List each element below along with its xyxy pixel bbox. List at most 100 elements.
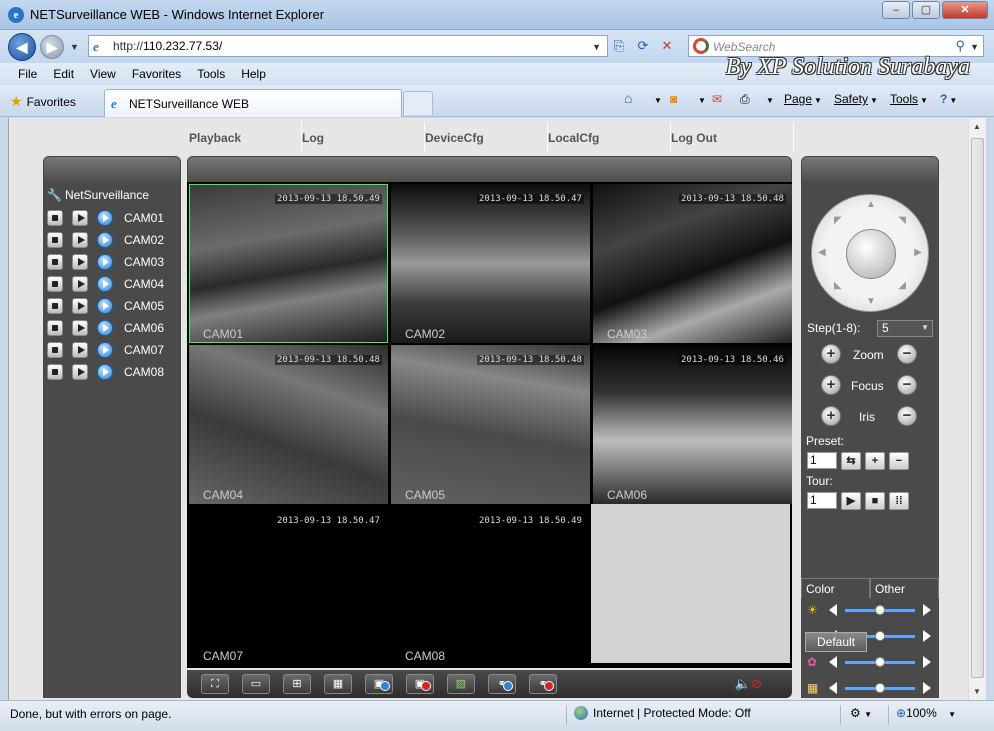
scroll-down-icon[interactable]: ▼ [973,687,981,696]
layout-9-button[interactable]: ▦ [324,674,352,694]
maximize-button[interactable]: ▢ [912,1,940,19]
compatibility-view-icon[interactable]: ⎘ [608,35,630,57]
zoom-level[interactable]: ⊕100% ▼ [896,706,956,720]
camera-row[interactable]: CAM06 [47,318,164,338]
video-tile-empty[interactable] [591,504,790,663]
nav-playback[interactable]: Playback [189,122,302,152]
print-icon[interactable]: ⎙ [740,92,750,107]
stop-icon[interactable] [47,320,63,336]
preset-add-button[interactable]: + [865,452,885,470]
play-icon[interactable] [72,276,88,292]
safety-menu[interactable]: Safety ▼ [834,92,878,106]
video-tile[interactable]: 2013-09-13 18.50.49 CAM01 [189,184,388,343]
url-text[interactable]: http://110.232.77.53/ [113,39,222,53]
stream-icon[interactable] [97,342,113,358]
tour-grid-button[interactable]: ⁞⁞ [889,492,909,510]
layout-4-button[interactable]: ⊞ [283,674,311,694]
camera-row[interactable]: CAM05 [47,296,164,316]
preset-goto-button[interactable]: ⇆ [841,452,861,470]
stop-icon[interactable] [47,232,63,248]
play-icon[interactable] [72,364,88,380]
ptz-center-button[interactable] [846,229,896,279]
color-slider[interactable]: ✿ [807,655,933,670]
increase-arrow-icon[interactable] [923,604,931,616]
vertical-scrollbar[interactable]: ▲ ▼ [968,118,986,700]
camera-row[interactable]: CAM02 [47,230,164,250]
page-menu[interactable]: Page ▼ [784,92,822,106]
play-icon[interactable] [72,298,88,314]
ptz-upleft-icon[interactable]: ◤ [834,215,842,226]
record-button[interactable]: ⚭ [488,674,516,694]
camera-label[interactable]: CAM04 [124,277,164,291]
nav-log[interactable]: Log [302,122,425,152]
focus-out-button[interactable]: − [897,375,917,395]
menu-view[interactable]: View [82,63,124,85]
menu-edit[interactable]: Edit [45,63,82,85]
video-tile[interactable]: 2013-09-13 18.50.49 CAM08 [391,506,590,665]
open-all-button[interactable]: ▣ [365,674,393,694]
ptz-downright-icon[interactable]: ◢ [898,280,906,291]
camera-label[interactable]: CAM05 [124,299,164,313]
camera-row[interactable]: CAM01 [47,208,164,228]
snapshot-button[interactable]: ▨ [447,674,475,694]
home-dropdown-icon[interactable]: ▼ [652,92,662,106]
camera-label[interactable]: CAM02 [124,233,164,247]
ptz-downleft-icon[interactable]: ◣ [834,280,842,291]
play-icon[interactable] [72,320,88,336]
browser-tab[interactable]: e NETSurveillance WEB [104,89,402,117]
decrease-arrow-icon[interactable] [829,682,837,694]
stop-icon[interactable] [47,342,63,358]
stop-icon[interactable]: ✕ [656,35,678,57]
mute-icon[interactable]: 🔈⊘ [735,676,762,692]
menu-tools[interactable]: Tools [189,63,233,85]
tab-other[interactable]: Other [870,578,939,598]
tree-root[interactable]: 🔧 NetSurveillance [47,188,149,202]
search-options-icon[interactable]: ▼ [970,42,979,52]
camera-label[interactable]: CAM01 [124,211,164,225]
recent-pages-dropdown-icon[interactable]: ▼ [70,42,79,52]
play-icon[interactable] [72,342,88,358]
video-tile[interactable]: 2013-09-13 18.50.48 CAM04 [189,345,388,504]
camera-label[interactable]: CAM03 [124,255,164,269]
stream-icon[interactable] [97,298,113,314]
tour-stop-button[interactable]: ■ [865,492,885,510]
color-slider[interactable]: ▦ [807,681,933,696]
stop-icon[interactable] [47,254,63,270]
stop-icon[interactable] [47,298,63,314]
tour-start-button[interactable]: ▶ [841,492,861,510]
forward-button[interactable]: ▶ [40,35,64,59]
nav-localcfg[interactable]: LocalCfg [548,122,671,152]
stream-icon[interactable] [97,276,113,292]
preset-remove-button[interactable]: − [889,452,909,470]
tour-input[interactable]: 1 [807,492,837,509]
camera-row[interactable]: CAM07 [47,340,164,360]
menu-file[interactable]: File [10,63,45,85]
ptz-up-icon[interactable]: ▲ [866,199,876,210]
camera-row[interactable]: CAM08 [47,362,164,382]
play-icon[interactable] [72,254,88,270]
favorites-button[interactable]: ★ Favorites [10,93,76,110]
video-tile[interactable]: 2013-09-13 18.50.48 CAM03 [593,184,792,343]
zoom-in-button[interactable]: + [821,344,841,364]
stop-icon[interactable] [47,364,63,380]
iris-open-button[interactable]: + [821,406,841,426]
scroll-thumb[interactable] [971,138,984,678]
default-button[interactable]: Default [805,632,867,652]
home-icon[interactable]: ⌂ [624,90,632,106]
stop-icon[interactable] [47,210,63,226]
stop-icon[interactable] [47,276,63,292]
video-tile[interactable]: 2013-09-13 18.50.47 CAM07 [189,506,388,665]
help-icon[interactable]: ? ▼ [940,92,957,106]
menu-favorites[interactable]: Favorites [124,63,189,85]
nav-logout[interactable]: Log Out [671,122,794,152]
camera-label[interactable]: CAM08 [124,365,164,379]
decrease-arrow-icon[interactable] [829,604,837,616]
camera-label[interactable]: CAM07 [124,343,164,357]
tab-color[interactable]: Color [801,578,870,598]
preset-input[interactable]: 1 [807,452,837,469]
slider-knob[interactable] [875,631,885,641]
camera-label[interactable]: CAM06 [124,321,164,335]
stop-record-button[interactable]: ⚭ [529,674,557,694]
fullscreen-button[interactable]: ⛶ [201,674,229,694]
menu-help[interactable]: Help [233,63,274,85]
